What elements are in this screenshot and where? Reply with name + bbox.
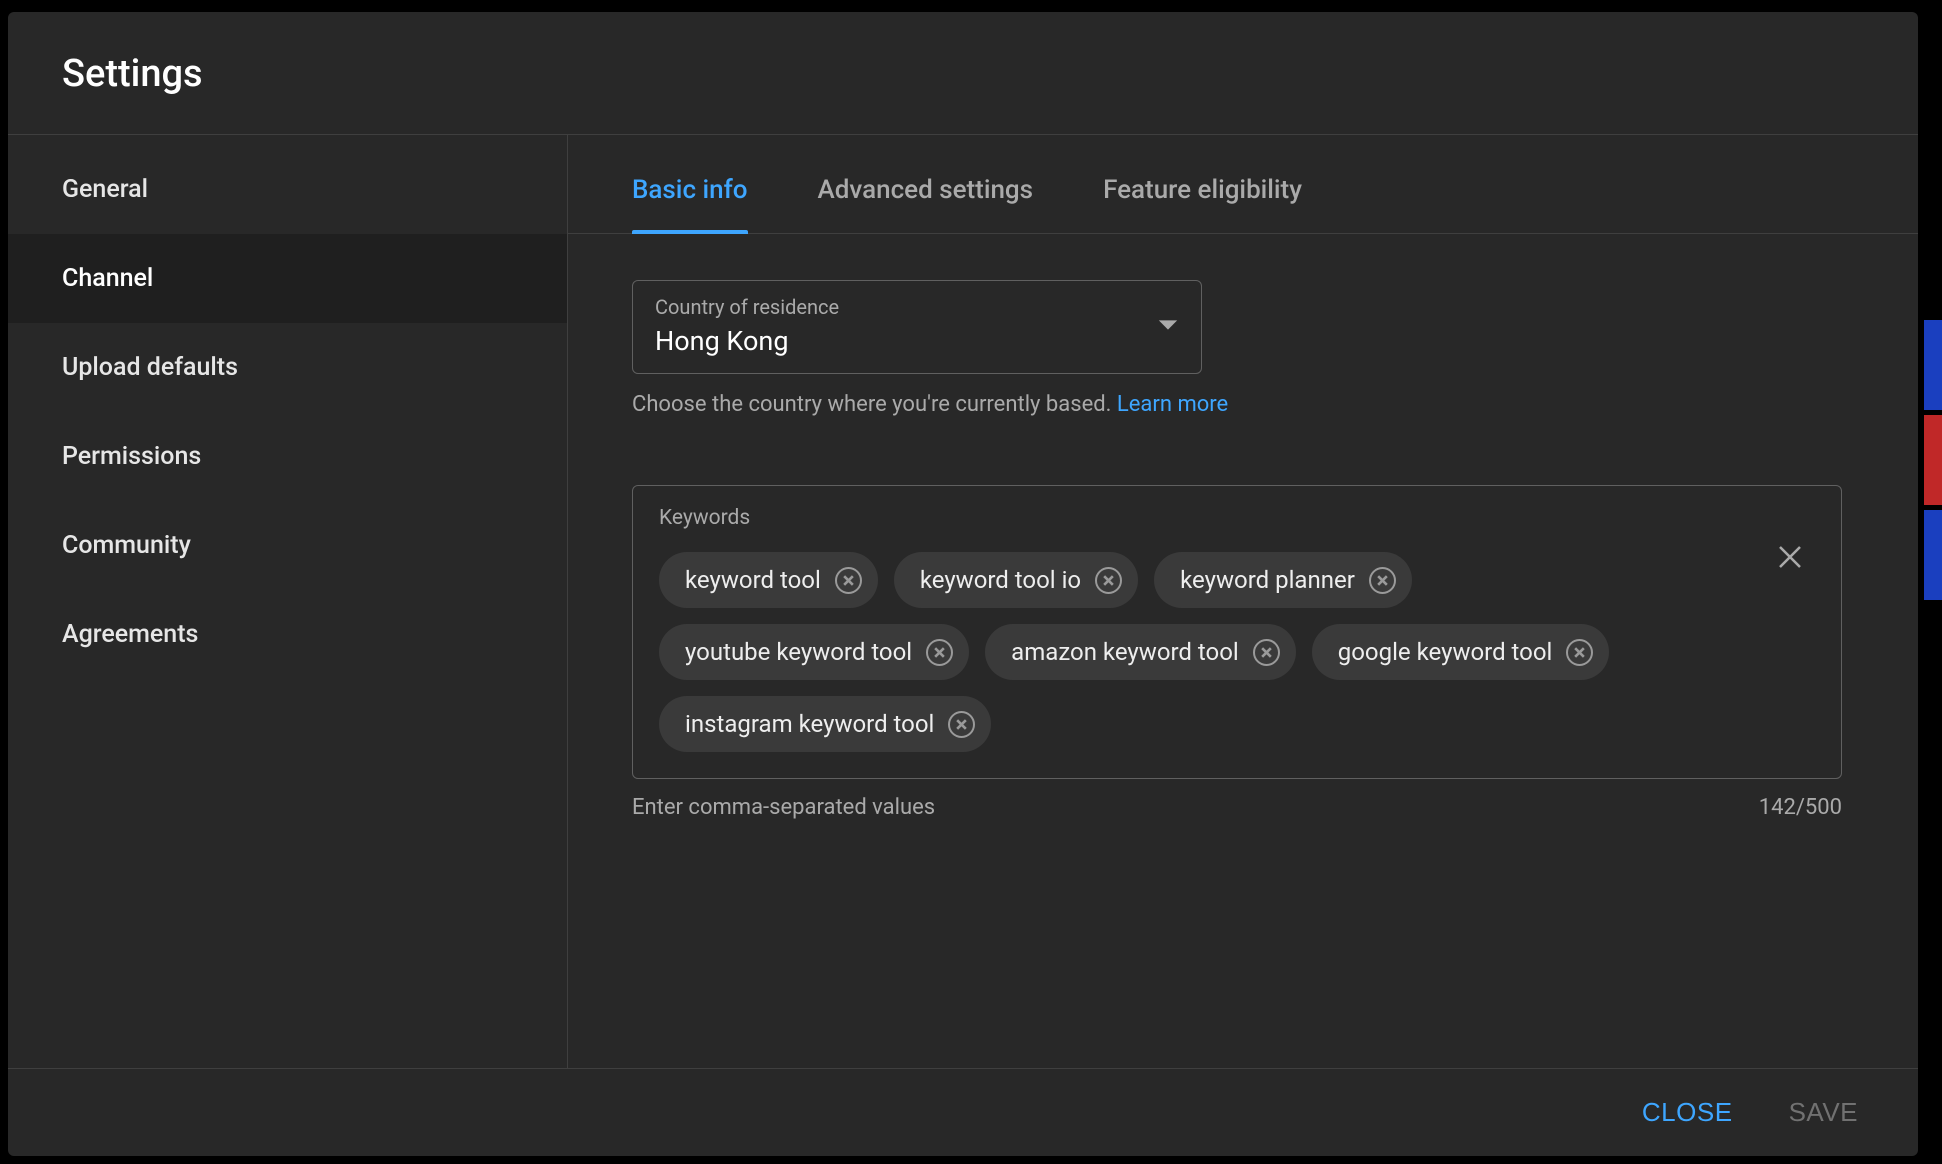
keyword-chip: keyword planner	[1154, 552, 1412, 608]
clear-all-button[interactable]	[1775, 542, 1805, 576]
background-decoration	[1924, 320, 1942, 410]
country-helper-text: Choose the country where you're currentl…	[632, 392, 1117, 417]
keywords-helper-text: Enter comma-separated values	[632, 795, 935, 820]
tab-basic-info[interactable]: Basic info	[632, 175, 748, 233]
settings-dialog: Settings General Channel Upload defaults…	[8, 12, 1918, 1156]
remove-chip-button[interactable]	[1566, 639, 1593, 666]
remove-chip-button[interactable]	[948, 711, 975, 738]
remove-chip-button[interactable]	[1369, 567, 1396, 594]
background-decoration	[1924, 510, 1942, 600]
sidebar-item-community[interactable]: Community	[8, 501, 567, 590]
dialog-body: General Channel Upload defaults Permissi…	[8, 135, 1918, 1068]
settings-sidebar: General Channel Upload defaults Permissi…	[8, 135, 568, 1068]
keyword-chip-label: amazon keyword tool	[1011, 638, 1239, 666]
sidebar-item-agreements[interactable]: Agreements	[8, 590, 567, 679]
keyword-chip-label: keyword tool	[685, 566, 821, 594]
keywords-chips: keyword tool keyword tool io keyword plann…	[659, 552, 1719, 752]
remove-chip-button[interactable]	[835, 567, 862, 594]
save-button[interactable]: SAVE	[1789, 1097, 1858, 1128]
tab-advanced-settings[interactable]: Advanced settings	[818, 175, 1034, 233]
keyword-chip: google keyword tool	[1312, 624, 1610, 680]
keywords-label: Keywords	[659, 506, 1815, 530]
tab-feature-eligibility[interactable]: Feature eligibility	[1103, 175, 1302, 233]
keyword-chip-label: keyword tool io	[920, 566, 1081, 594]
keyword-chip-label: instagram keyword tool	[685, 710, 934, 738]
keywords-field[interactable]: Keywords keyword toolkeyword tool iokeyw…	[632, 485, 1842, 779]
country-select-value: Hong Kong	[655, 325, 839, 357]
dialog-footer: CLOSE SAVE	[8, 1068, 1918, 1156]
remove-chip-button[interactable]	[1253, 639, 1280, 666]
keyword-chip: keyword tool io	[894, 552, 1138, 608]
chevron-down-icon	[1157, 317, 1179, 336]
sidebar-item-permissions[interactable]: Permissions	[8, 412, 567, 501]
dialog-title: Settings	[62, 52, 1868, 96]
keyword-chip-label: keyword planner	[1180, 566, 1355, 594]
keyword-chip: instagram keyword tool	[659, 696, 991, 752]
sidebar-item-upload-defaults[interactable]: Upload defaults	[8, 323, 567, 412]
keywords-counter: 142/500	[1759, 795, 1842, 820]
dialog-header: Settings	[8, 12, 1918, 135]
close-button[interactable]: CLOSE	[1642, 1097, 1733, 1128]
sidebar-item-general[interactable]: General	[8, 145, 567, 234]
background-decoration	[1924, 415, 1942, 505]
remove-chip-button[interactable]	[1095, 567, 1122, 594]
keywords-helper-row: Enter comma-separated values 142/500	[632, 795, 1842, 820]
keyword-chip: keyword tool	[659, 552, 878, 608]
keyword-chip: amazon keyword tool	[985, 624, 1296, 680]
country-select-label: Country of residence	[655, 295, 839, 319]
settings-main: Basic info Advanced settings Feature eli…	[568, 135, 1918, 1068]
country-select[interactable]: Country of residence Hong Kong	[632, 280, 1202, 374]
keyword-chip-label: google keyword tool	[1338, 638, 1553, 666]
country-helper: Choose the country where you're currentl…	[632, 392, 1854, 417]
keyword-chip: youtube keyword tool	[659, 624, 969, 680]
tabs: Basic info Advanced settings Feature eli…	[568, 135, 1918, 234]
tab-content: Country of residence Hong Kong Choose th…	[568, 234, 1918, 1068]
keyword-chip-label: youtube keyword tool	[685, 638, 912, 666]
sidebar-item-channel[interactable]: Channel	[8, 234, 567, 323]
learn-more-link[interactable]: Learn more	[1117, 392, 1228, 417]
remove-chip-button[interactable]	[926, 639, 953, 666]
